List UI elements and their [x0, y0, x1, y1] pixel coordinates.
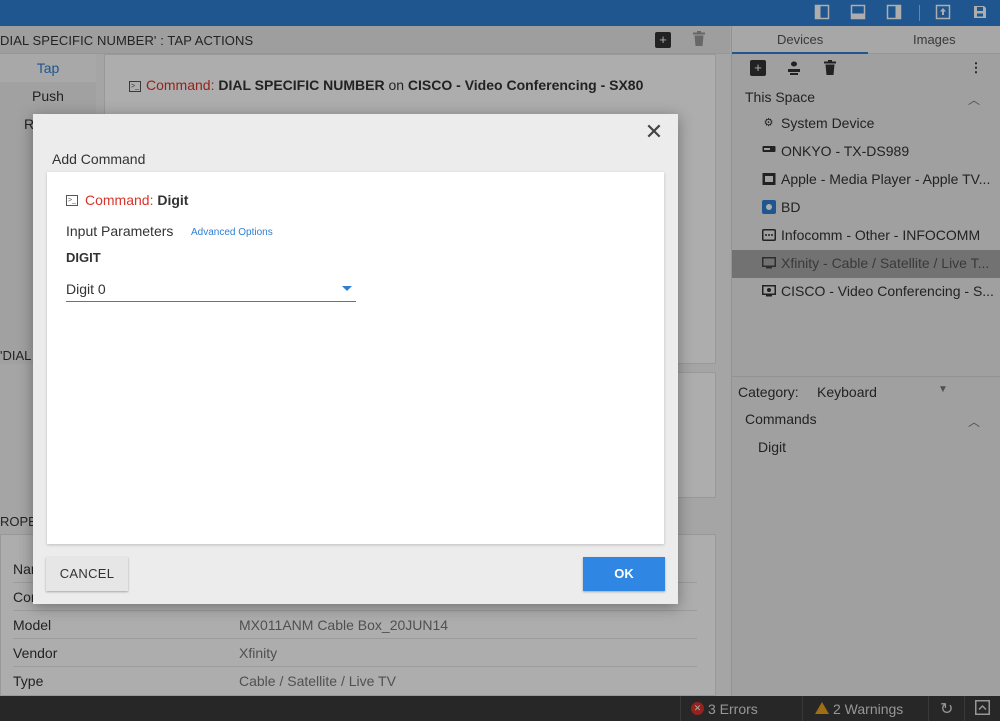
digit-param-label: DIGIT — [66, 250, 101, 265]
digit-select[interactable]: Digit 0 — [66, 274, 356, 302]
advanced-options-link[interactable]: Advanced Options — [191, 227, 273, 238]
modal-backdrop[interactable]: ✕ Add Command >_ Command: Digit Input Pa… — [0, 0, 1000, 721]
close-icon[interactable]: ✕ — [642, 120, 666, 144]
caret-down-icon — [342, 286, 352, 291]
command-prefix: Command: — [85, 192, 154, 208]
digit-select-value: Digit 0 — [66, 281, 106, 297]
add-command-dialog: ✕ Add Command >_ Command: Digit Input Pa… — [33, 114, 678, 604]
ok-button[interactable]: OK — [583, 557, 665, 591]
command-name: Digit — [157, 192, 189, 208]
command-heading: Command: Digit — [85, 192, 188, 208]
dialog-title: Add Command — [52, 151, 146, 167]
dialog-content: >_ Command: Digit Input Parameters Advan… — [47, 172, 664, 544]
command-line-icon: >_ — [66, 195, 78, 206]
cancel-button[interactable]: CANCEL — [46, 557, 128, 591]
input-parameters-label: Input Parameters — [66, 223, 174, 239]
